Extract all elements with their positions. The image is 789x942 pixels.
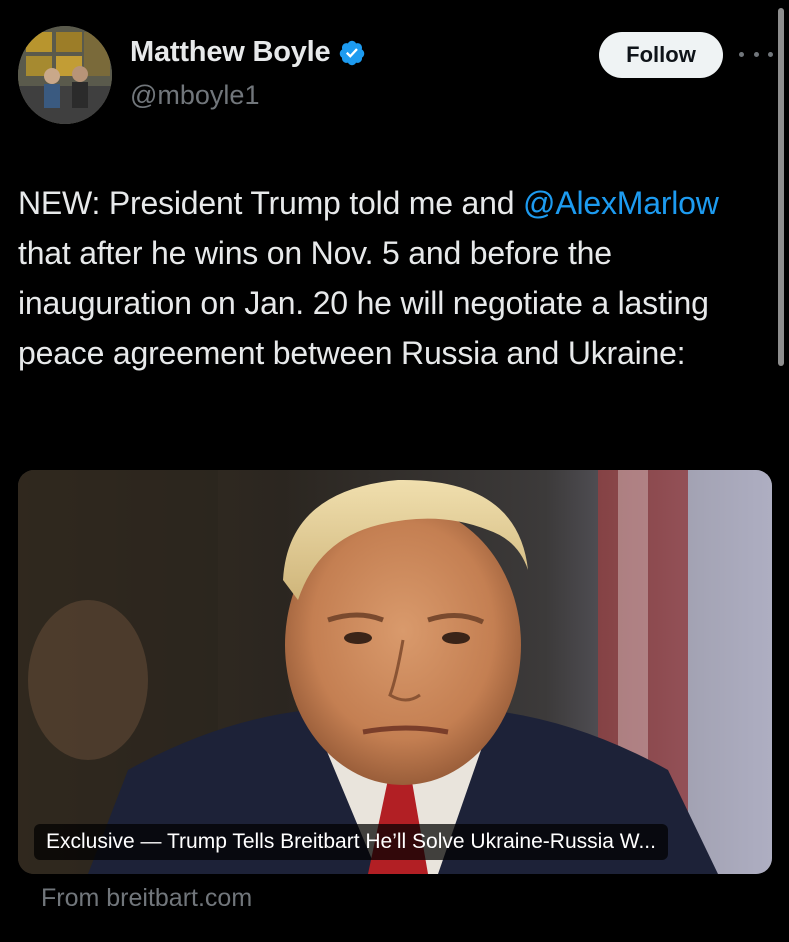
mention-link[interactable]: @AlexMarlow [523,185,719,221]
more-dot [768,51,773,57]
more-dot [739,51,744,57]
tweet-text-part1: NEW: President Trump told me and [18,185,524,221]
avatar[interactable] [18,26,112,124]
tweet-text-part2: that after he wins on Nov. 5 and before … [18,235,709,371]
avatar-photo [18,26,112,124]
link-card-headline[interactable]: Exclusive — Trump Tells Breitbart He’ll … [34,824,668,860]
author-handle[interactable]: @mboyle1 [130,80,259,111]
verified-badge-icon [340,40,365,65]
link-card-image [18,470,772,874]
author-name-row: Matthew Boyle [130,36,366,69]
more-options-icon[interactable] [739,44,773,64]
author-display-name[interactable]: Matthew Boyle [130,36,331,69]
scrollbar[interactable] [778,8,784,366]
link-card[interactable]: Exclusive — Trump Tells Breitbart He’ll … [18,470,772,874]
tweet-text: NEW: President Trump told me and @AlexMa… [18,178,778,378]
follow-button[interactable]: Follow [599,32,723,78]
link-source[interactable]: From breitbart.com [41,884,252,913]
more-dot [753,51,759,57]
